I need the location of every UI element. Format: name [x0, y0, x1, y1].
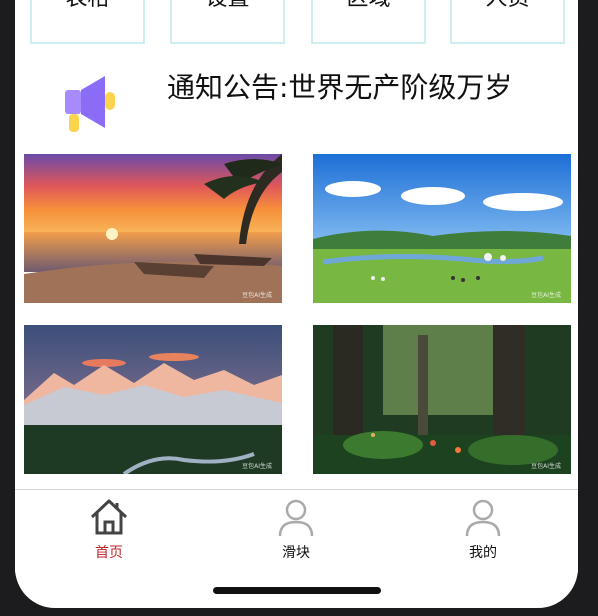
tab-mine[interactable]: 我的 — [443, 496, 523, 566]
tab-label: 滑块 — [282, 545, 310, 561]
notice-text: 通知公告:世界无产阶级万岁 — [167, 71, 513, 104]
mountain-image[interactable]: 豆包AI生成 — [24, 325, 282, 474]
user-icon — [465, 499, 501, 537]
image-watermark: 豆包AI生成 — [242, 463, 272, 470]
image-watermark: 豆包AI生成 — [531, 463, 561, 470]
user-icon — [278, 499, 314, 537]
menu-button-table[interactable]: 表格 — [30, 0, 145, 44]
image-watermark: 豆包AI生成 — [242, 292, 272, 299]
top-menu: 表格 设置 区域 人员 — [15, 0, 578, 46]
menu-button-region[interactable]: 区域 — [311, 0, 426, 44]
tab-label: 首页 — [95, 545, 123, 561]
notice-bar[interactable]: 通知公告:世界无产阶级万岁 — [15, 60, 578, 140]
menu-button-label: 设置 — [205, 0, 249, 10]
menu-button-staff[interactable]: 人员 — [450, 0, 565, 44]
menu-button-label: 人员 — [485, 0, 529, 10]
menu-button-label: 表格 — [65, 0, 109, 10]
tab-slider[interactable]: 滑块 — [256, 496, 336, 566]
bottom-tab-bar: 首页 滑块 我的 — [15, 489, 578, 573]
tab-label: 我的 — [469, 545, 497, 561]
grassland-image[interactable]: 豆包AI生成 — [313, 154, 571, 303]
menu-button-settings[interactable]: 设置 — [170, 0, 285, 44]
image-watermark: 豆包AI生成 — [531, 292, 561, 299]
megaphone-icon — [59, 68, 125, 134]
image-gallery: 豆包AI生成 豆包AI生成 豆包AI生成 豆包AI生成 — [15, 154, 578, 476]
phone-screen: 表格 设置 区域 人员 通知公告:世界无产阶级万岁 — [15, 0, 578, 608]
forest-image[interactable]: 豆包AI生成 — [313, 325, 571, 474]
home-indicator[interactable] — [213, 587, 381, 594]
home-icon — [90, 499, 128, 535]
tab-home[interactable]: 首页 — [69, 496, 149, 566]
menu-button-label: 区域 — [346, 0, 390, 10]
beach-sunset-image[interactable]: 豆包AI生成 — [24, 154, 282, 303]
